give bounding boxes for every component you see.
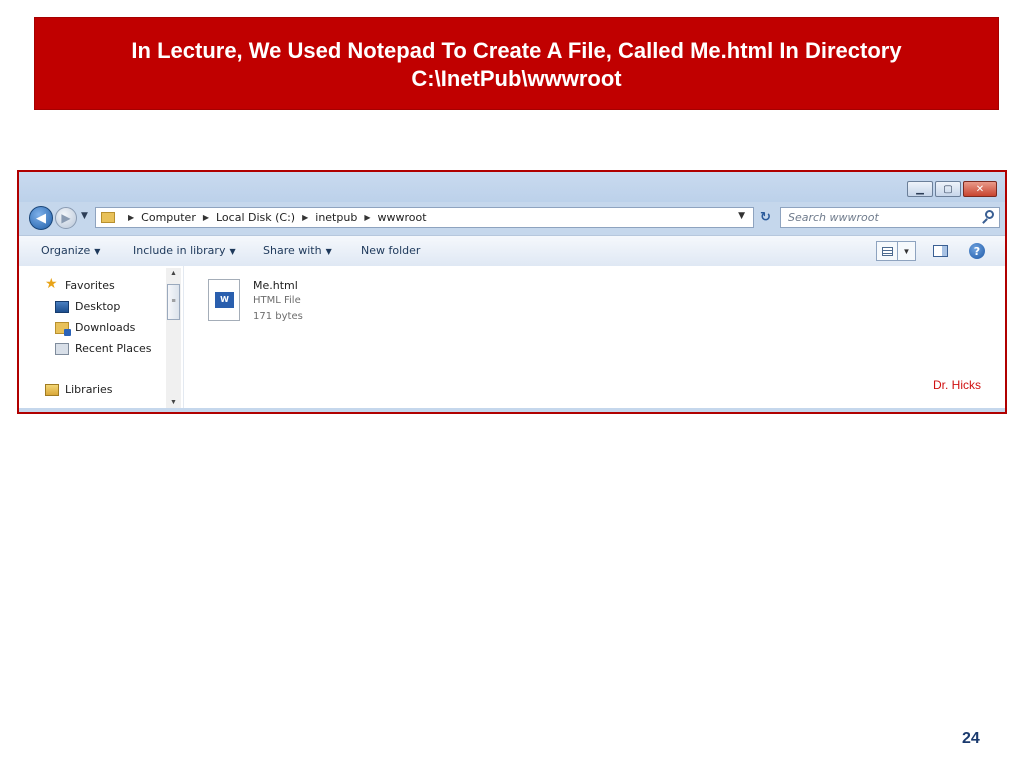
author-watermark: Dr. Hicks	[933, 378, 981, 392]
breadcrumb-local-disk[interactable]: Local Disk (C:)	[216, 211, 295, 224]
include-library-button[interactable]: Include in library ▼	[133, 244, 236, 257]
back-button[interactable]: ◀	[29, 206, 53, 230]
chevron-down-icon: ▼	[325, 247, 332, 256]
nav-item-label: Desktop	[75, 300, 121, 313]
nav-item-desktop[interactable]: Desktop	[55, 300, 120, 313]
file-type: HTML File	[253, 295, 301, 306]
chevron-right-icon[interactable]: ▶	[128, 213, 134, 222]
scroll-down-icon[interactable]: ▼	[166, 399, 181, 406]
forward-button[interactable]: ▶	[55, 207, 77, 229]
search-placeholder: Search wwwroot	[788, 211, 879, 224]
window-controls: ▁ ▢ ✕	[907, 181, 997, 197]
include-library-label: Include in library	[133, 244, 226, 257]
nav-item-recent-places[interactable]: Recent Places	[55, 342, 152, 355]
search-input[interactable]: Search wwwroot	[780, 207, 1000, 228]
organize-button[interactable]: Organize ▼	[41, 244, 100, 257]
nav-item-label: Favorites	[65, 278, 115, 292]
nav-item-favorites[interactable]: ★ Favorites	[45, 276, 115, 292]
breadcrumb-inetpub[interactable]: inetpub	[315, 211, 357, 224]
chevron-down-icon: ▼	[94, 247, 101, 256]
maximize-icon[interactable]: ▢	[935, 181, 961, 197]
folder-icon	[101, 212, 115, 223]
minimize-icon[interactable]: ▁	[907, 181, 933, 197]
content-area: ★ Favorites Desktop Downloads Recent Pla…	[19, 266, 1005, 408]
nav-scrollbar[interactable]: ▲ ≡ ▼	[166, 268, 181, 408]
recent-pages-dropdown-icon[interactable]: ▼	[81, 211, 88, 221]
organize-label: Organize	[41, 244, 91, 257]
html-file-icon: W	[208, 279, 240, 321]
help-icon[interactable]: ?	[969, 243, 985, 259]
chevron-right-icon[interactable]: ▶	[302, 213, 308, 222]
nav-item-label: Downloads	[75, 321, 136, 334]
slide-title-banner: In Lecture, We Used Notepad To Create A …	[34, 17, 999, 110]
scroll-thumb[interactable]: ≡	[167, 284, 180, 320]
chevron-right-icon[interactable]: ▶	[203, 213, 209, 222]
nav-item-libraries[interactable]: Libraries	[45, 383, 113, 396]
star-icon: ★	[45, 276, 58, 292]
nav-item-downloads[interactable]: Downloads	[55, 321, 136, 336]
file-name: Me.html	[253, 279, 298, 292]
nav-item-label: Recent Places	[75, 342, 152, 355]
new-folder-button[interactable]: New folder	[361, 244, 420, 257]
close-icon[interactable]: ✕	[963, 181, 997, 197]
chevron-down-icon: ▼	[229, 247, 236, 256]
scroll-up-icon[interactable]: ▲	[166, 270, 181, 277]
navigation-pane: ★ Favorites Desktop Downloads Recent Pla…	[19, 266, 184, 408]
view-icon	[877, 242, 898, 260]
desktop-icon	[55, 300, 69, 313]
refresh-icon[interactable]: ↻	[755, 207, 776, 228]
breadcrumb-wwwroot[interactable]: wwwroot	[377, 211, 426, 224]
preview-pane-icon[interactable]	[933, 245, 948, 257]
share-with-label: Share with	[263, 244, 322, 257]
recent-places-icon	[55, 342, 69, 355]
address-dropdown-icon[interactable]: ▼	[738, 211, 745, 221]
slide-title-line1: In Lecture, We Used Notepad To Create A …	[131, 38, 902, 63]
explorer-window: ▁ ▢ ✕ ◀ ▶ ▼ ▶ Computer ▶ Local Disk (C:)…	[19, 172, 1005, 412]
downloads-icon	[55, 321, 71, 336]
search-icon[interactable]	[985, 210, 994, 219]
breadcrumb-computer[interactable]: Computer	[141, 211, 196, 224]
address-bar[interactable]: ▶ Computer ▶ Local Disk (C:) ▶ inetpub ▶…	[95, 207, 754, 228]
window-titlebar[interactable]: ▁ ▢ ✕	[19, 172, 1005, 202]
change-view-button[interactable]: ▼	[876, 241, 916, 261]
command-toolbar: Organize ▼ Include in library ▼ Share with…	[19, 235, 1005, 267]
share-with-button[interactable]: Share with ▼	[263, 244, 332, 257]
libraries-icon	[45, 383, 59, 396]
address-row: ◀ ▶ ▼ ▶ Computer ▶ Local Disk (C:) ▶ ine…	[19, 202, 1005, 234]
slide-title-line2: C:\InetPub\wwwroot	[411, 66, 622, 91]
page-number: 24	[962, 730, 980, 747]
chevron-down-icon[interactable]: ▼	[898, 242, 915, 260]
file-size: 171 bytes	[253, 311, 303, 322]
file-item-me-html[interactable]: W Me.html HTML File 171 bytes	[208, 279, 348, 327]
new-folder-label: New folder	[361, 244, 421, 257]
chevron-right-icon[interactable]: ▶	[364, 213, 370, 222]
screenshot-frame: ▁ ▢ ✕ ◀ ▶ ▼ ▶ Computer ▶ Local Disk (C:)…	[17, 170, 1007, 414]
nav-item-label: Libraries	[65, 383, 113, 396]
